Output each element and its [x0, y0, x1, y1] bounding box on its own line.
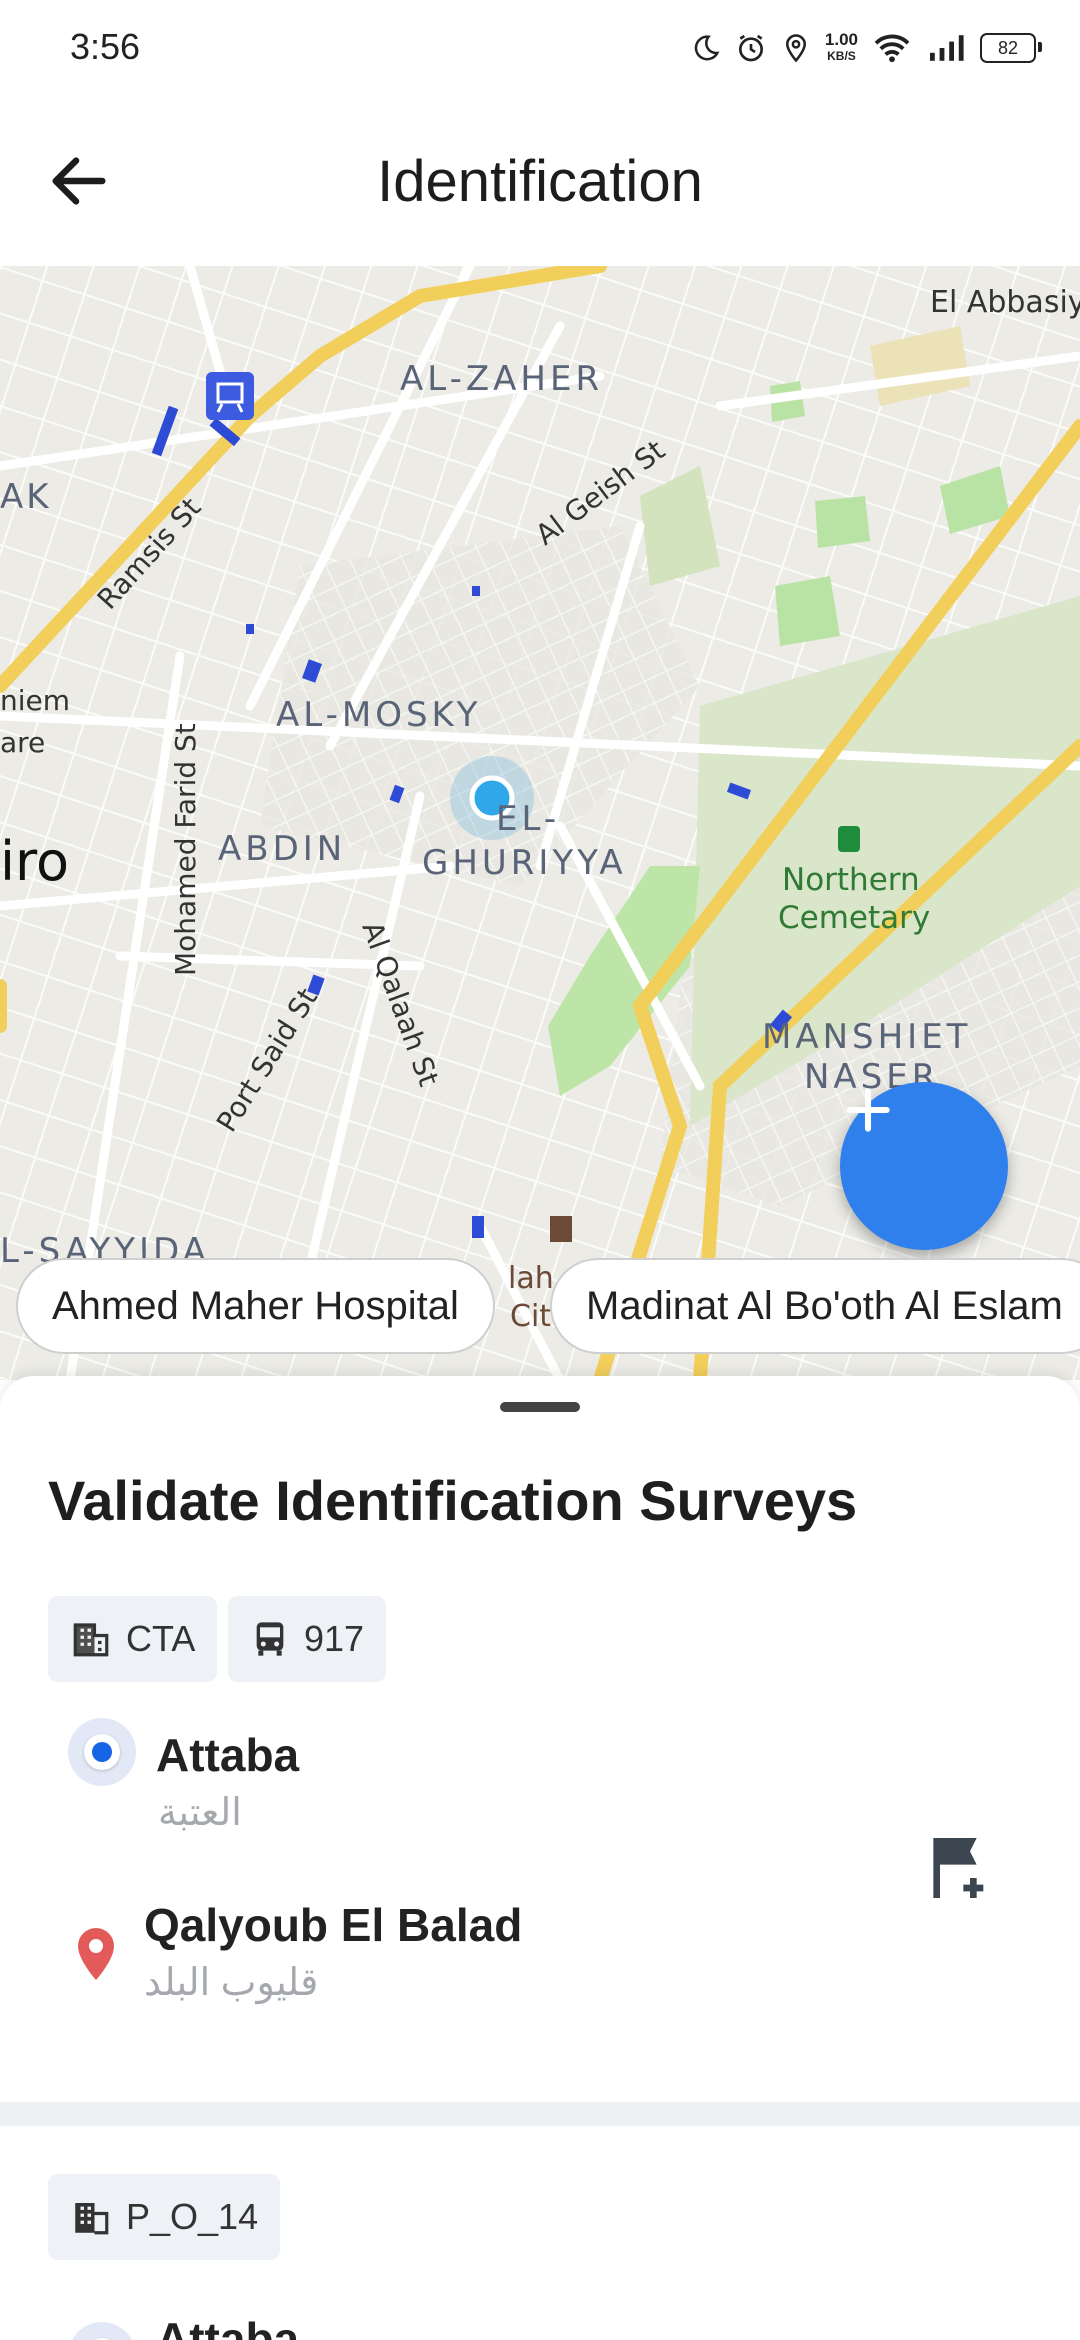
destination-name-arabic: قليوب البلد: [144, 1962, 319, 2004]
label-el: EL-: [496, 799, 560, 839]
add-fab-button[interactable]: [840, 1082, 1008, 1250]
place-chip-madinat-al-boooth[interactable]: Madinat Al Bo'oth Al Eslam: [550, 1258, 1080, 1354]
signal-icon: [930, 35, 964, 61]
battery-icon: 82: [980, 33, 1042, 63]
status-bar: 3:56 1.00 KB/S 82: [0, 0, 1080, 96]
net-speed-value: 1.00: [824, 30, 858, 49]
label-al-zaher: AL-ZAHER: [400, 359, 603, 399]
add-flag-button[interactable]: [920, 1828, 1000, 1908]
origin-name: Attaba: [156, 2313, 300, 2340]
card-separator: [0, 2102, 1080, 2126]
origin-radio[interactable]: [68, 2322, 136, 2340]
map-pin-icon: [78, 1928, 114, 1980]
page-title: Identification: [377, 149, 703, 214]
alarm-icon: [738, 34, 763, 62]
origin-name-arabic: العتبة: [158, 1792, 242, 1834]
status-time: 3:56: [70, 26, 141, 67]
label-ak: AK: [0, 477, 52, 517]
label-cemetary: Cemetary: [778, 900, 930, 936]
app-bar: Identification: [0, 96, 1080, 266]
route-tag: 917: [228, 1596, 387, 1682]
location-icon: [785, 34, 806, 63]
citadel-icon: [550, 1216, 572, 1242]
bus-icon: [256, 1622, 284, 1656]
cemetery-icon: [838, 826, 860, 852]
destination-name: Qalyoub El Balad: [144, 1899, 523, 1951]
bottom-sheet[interactable]: Validate Identification Surveys CTA 917 …: [0, 1376, 1080, 2340]
metro-icon: [206, 372, 254, 420]
label-iro: iro: [0, 830, 69, 893]
label-al-mosky: AL-MOSKY: [276, 695, 481, 735]
origin-radio[interactable]: [68, 1718, 136, 1786]
label-abdin: ABDIN: [218, 829, 346, 869]
map-view[interactable]: El Abbasiy AL-ZAHER Al Geish St Ramsis S…: [0, 266, 1080, 1380]
chip-label: Madinat Al Bo'oth Al Eslam: [586, 1283, 1063, 1328]
label-northern: Northern: [782, 862, 920, 898]
label-niem: niem: [0, 684, 70, 717]
net-speed: 1.00 KB/S: [825, 31, 858, 65]
net-speed-unit: KB/S: [827, 49, 856, 63]
label-manshiet: MANSHIET: [762, 1017, 971, 1057]
flag-add-icon: [933, 1838, 984, 1898]
label-city: Cit: [510, 1299, 551, 1334]
agency-label: P_O_14: [126, 2196, 259, 2237]
building-icon: [73, 1623, 109, 1657]
plus-icon: [846, 1088, 890, 1132]
status-icons: 1.00 KB/S 82: [691, 26, 1042, 70]
wifi-icon: [874, 34, 910, 63]
moon-icon: [694, 35, 720, 61]
label-ghuriyya: GHURIYYA: [422, 843, 627, 883]
label-mohamed-farid: Mohamed Farid St: [169, 723, 202, 976]
agency-tag: P_O_14: [48, 2174, 281, 2260]
sheet-drag-handle[interactable]: [500, 1402, 580, 1412]
origin-name: Attaba: [156, 1729, 300, 1781]
sheet-title: Validate Identification Surveys: [48, 1469, 858, 1532]
route-label: 917: [304, 1618, 365, 1659]
agency-label: CTA: [126, 1618, 196, 1659]
agency-tag: CTA: [48, 1596, 218, 1682]
battery-level: 82: [997, 37, 1019, 58]
building-icon: [75, 2203, 109, 2235]
label-are: are: [0, 726, 45, 759]
chip-label: Ahmed Maher Hospital: [52, 1283, 459, 1328]
label-el-abbasiya: El Abbasiy: [930, 285, 1080, 320]
label-salah: lah: [508, 1261, 554, 1296]
place-chip-ahmed-maher-hospital[interactable]: Ahmed Maher Hospital: [16, 1258, 495, 1354]
